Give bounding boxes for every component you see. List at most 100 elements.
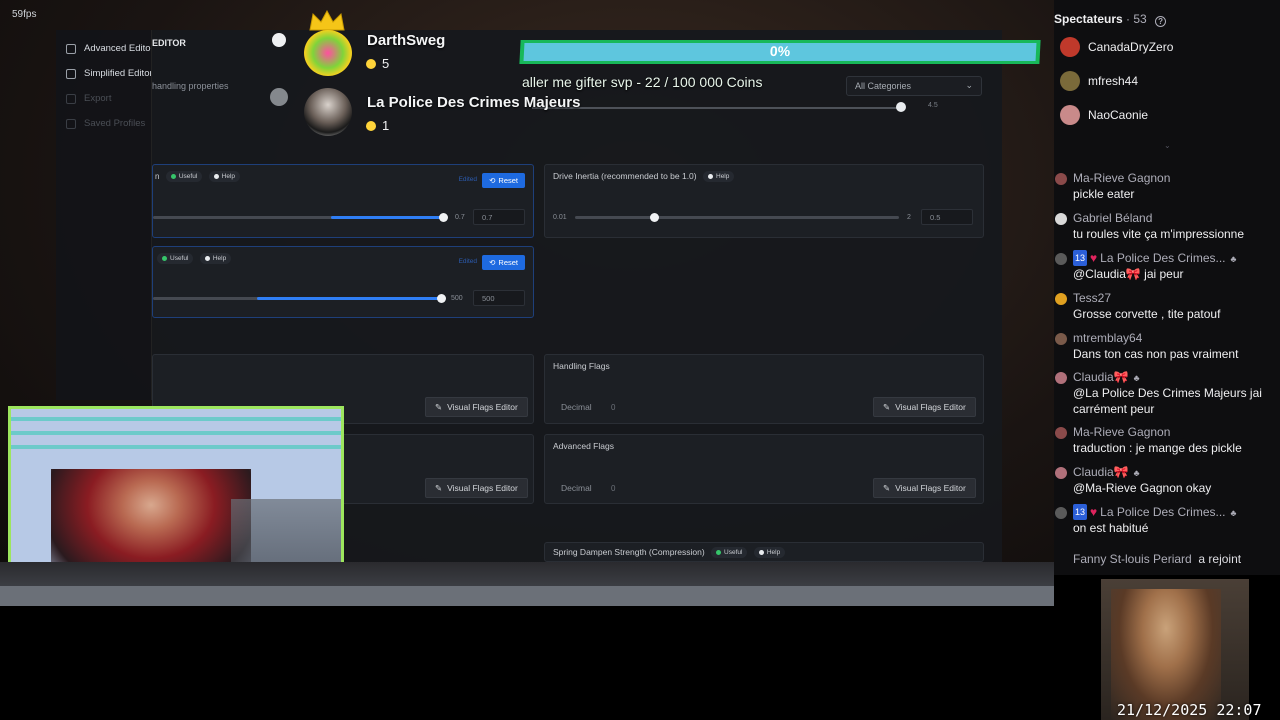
coin-icon	[366, 59, 376, 69]
join-notice: Fanny St-louis Periard a rejoint	[1073, 552, 1242, 566]
second-user-count: 1	[382, 118, 390, 133]
property-card-drive-inertia: Drive Inertia (recommended to be 1.0) He…	[544, 164, 984, 238]
value-input[interactable]: 0.5	[921, 209, 973, 225]
sidebar-item-export[interactable]: Export	[56, 86, 151, 111]
streamer-webcam	[8, 406, 344, 588]
chat-username[interactable]: Claudia🎀	[1073, 370, 1129, 384]
decimal-input[interactable]: 0	[611, 403, 615, 412]
edited-label: Edited	[458, 176, 477, 183]
chevron-down-icon[interactable]: ⌄	[1164, 141, 1171, 150]
slider-handle[interactable]	[437, 294, 446, 303]
avatar	[1060, 37, 1080, 57]
top-user-name: DarthSweg	[367, 32, 446, 49]
chat-text: pickle eater	[1073, 187, 1135, 201]
chat-username[interactable]: Gabriel Béland	[1073, 210, 1152, 226]
advanced-flags-card: Advanced Flags Decimal 0 ✎ Visual Flags E…	[544, 434, 984, 504]
sidebar-item-simplified-editor[interactable]: Simplified Editor	[56, 61, 151, 86]
handling-properties-label: handling properties	[152, 81, 229, 91]
top-user-avatar	[304, 30, 352, 76]
reset-icon: ⟲	[489, 258, 496, 267]
avatar	[1055, 507, 1067, 519]
editor-title: EDITOR	[152, 38, 186, 48]
coin-icon	[366, 121, 376, 131]
chat-message: Ma-Rieve Gagnon pickle eater	[1054, 170, 1280, 204]
viewers-header: Spectateurs · 53 ?	[1054, 12, 1167, 27]
chat-text: @Ma-Rieve Gagnon okay	[1073, 481, 1212, 495]
chat-text: on est habitué	[1073, 521, 1149, 535]
visual-flags-editor-button[interactable]: ✎ Visual Flags Editor	[873, 397, 976, 417]
gift-goal-percent: 0%	[769, 43, 791, 59]
avatar	[1055, 253, 1067, 265]
viewer-item[interactable]: mfresh44	[1060, 71, 1138, 91]
chat-message: Ma-Rieve Gagnon traduction : je mange de…	[1054, 424, 1280, 458]
chat-username[interactable]: Tess27	[1073, 290, 1111, 306]
slider-fill	[331, 216, 443, 219]
reset-button[interactable]: ⟲ Reset	[482, 255, 525, 270]
chevron-down-icon: ⌄	[965, 80, 973, 90]
chat-username[interactable]: Ma-Rieve Gagnon	[1073, 170, 1170, 186]
visual-flags-editor-button[interactable]: ✎ Visual Flags Editor	[425, 397, 528, 417]
chat-username[interactable]: La Police Des Crimes...	[1100, 505, 1225, 519]
avatar	[1055, 372, 1067, 384]
avatar	[1055, 467, 1067, 479]
chat-username[interactable]: Claudia🎀	[1073, 465, 1129, 479]
reset-button[interactable]: ⟲ Reset	[482, 173, 525, 188]
decimal-input[interactable]: 0	[611, 484, 615, 493]
chat-text: Grosse corvette , tite patouf	[1073, 307, 1221, 321]
category-select[interactable]: All Categories ⌄	[846, 76, 982, 96]
top-slider-value: 4.5	[928, 102, 938, 109]
avatar	[1055, 213, 1067, 225]
chat-message: mtremblay64 Dans ton cas non pas vraimen…	[1054, 330, 1280, 364]
slider-handle[interactable]	[650, 213, 659, 222]
timestamp: 21/12/2025 22:07	[1117, 701, 1262, 719]
avatar	[1055, 293, 1067, 305]
viewer-item[interactable]: NaoCaonie	[1060, 105, 1148, 125]
help-tag[interactable]: Help	[199, 253, 232, 264]
slider-fill	[257, 297, 441, 300]
stream-video: 59fps Advanced Editor Simplified Editor …	[0, 0, 1054, 606]
value-input[interactable]: 500	[473, 290, 525, 306]
viewer-item[interactable]: CanadaDryZero	[1060, 37, 1173, 57]
top-user-count: 5	[382, 56, 390, 71]
help-tag[interactable]: Help	[753, 547, 786, 558]
second-user-name: La Police Des Crimes Majeurs	[367, 94, 581, 111]
gift-goal-bar: 0%	[519, 40, 1041, 64]
chat-username[interactable]: Ma-Rieve Gagnon	[1073, 424, 1170, 440]
edited-label: Edited	[458, 258, 477, 265]
slider-handle[interactable]	[439, 213, 448, 222]
gift-icon: ♣	[1230, 254, 1237, 264]
chat-username[interactable]: La Police Des Crimes...	[1100, 251, 1225, 265]
chat-username[interactable]: mtremblay64	[1073, 330, 1142, 346]
help-tag[interactable]: Help	[208, 171, 241, 182]
property-card-1: n Useful Help Edited ⟲ Reset 0.7 0.7	[152, 164, 534, 238]
useful-tag: Useful	[711, 547, 748, 558]
reset-icon: ⟲	[489, 176, 496, 185]
visual-flags-editor-button[interactable]: ✎ Visual Flags Editor	[873, 478, 976, 498]
gift-icon: ♣	[1133, 373, 1140, 383]
handling-flags-card: Handling Flags Decimal 0 ✎ Visual Flags E…	[544, 354, 984, 424]
chat-message: Tess27 Grosse corvette , tite patouf	[1054, 290, 1280, 324]
sidebar-item-saved-profiles[interactable]: Saved Profiles	[56, 111, 151, 136]
visual-flags-editor-button[interactable]: ✎ Visual Flags Editor	[425, 478, 528, 498]
sidebar-item-advanced-editor[interactable]: Advanced Editor	[56, 36, 151, 61]
spring-dampen-card: Spring Dampen Strength (Compression) Use…	[544, 542, 984, 562]
chat-message: 13 ♥ La Police Des Crimes... ♣ on est habit…	[1054, 504, 1280, 538]
second-user-avatar	[304, 88, 352, 136]
pencil-icon: ✎	[435, 482, 443, 493]
sub-badge: 13	[1073, 250, 1088, 266]
heart-badge-icon: ♥	[1090, 505, 1098, 519]
help-tag[interactable]: Help	[703, 171, 735, 182]
top-slider-handle[interactable]	[896, 102, 906, 112]
avatar	[1055, 333, 1067, 345]
help-icon[interactable]: ?	[1155, 16, 1167, 27]
pencil-icon: ✎	[883, 401, 891, 412]
useful-tag: Useful	[165, 171, 203, 182]
avatar	[1055, 173, 1067, 185]
gift-icon: ♣	[1230, 508, 1237, 518]
export-icon	[66, 93, 76, 104]
value-input[interactable]: 0.7	[473, 209, 525, 225]
top-slider-track	[532, 107, 900, 109]
gift-goal-text: aller me gifter svp - 22 / 100 000 Coins	[522, 74, 763, 90]
chat-text: @La Police Des Crimes Majeurs jai carrém…	[1073, 386, 1262, 416]
chat-message: 13 ♥ La Police Des Crimes... ♣ @Claudia🎀 ja…	[1054, 250, 1280, 284]
